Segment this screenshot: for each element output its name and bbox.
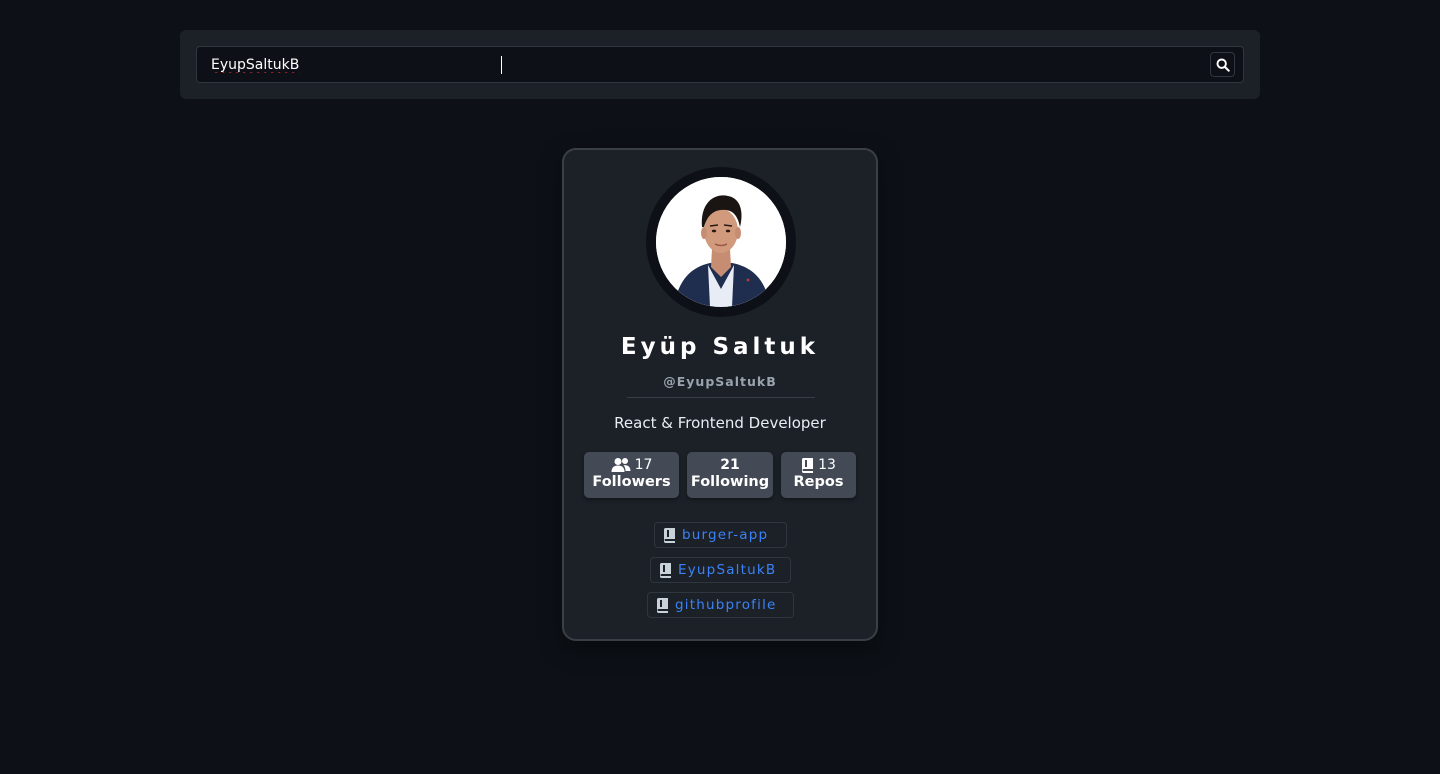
repo-name: burger-app (682, 527, 769, 543)
profile-name: Eyüp Saltuk (620, 334, 820, 360)
avatar (656, 177, 786, 307)
repos-count: 13 (818, 457, 836, 473)
following-label: Following (690, 474, 770, 490)
followers-count: 17 (634, 457, 653, 473)
book-icon (657, 597, 668, 613)
book-icon (660, 562, 671, 578)
profile-card: Eyüp Saltuk @EyupSaltukB React & Fronten… (562, 148, 878, 641)
repos-stat[interactable]: 13 Repos (781, 452, 856, 498)
followers-label: Followers (592, 474, 671, 490)
repo-name: githubprofile (675, 597, 777, 613)
search-input[interactable] (211, 47, 1201, 82)
book-icon (802, 457, 814, 473)
profile-bio: React & Frontend Developer (614, 414, 826, 432)
following-stat[interactable]: 21 Following (687, 452, 773, 498)
repo-link[interactable]: burger-app (654, 522, 787, 548)
search-icon (1216, 58, 1230, 72)
book-icon (664, 527, 675, 543)
following-count: 21 (720, 457, 740, 473)
avatar-portrait (656, 177, 786, 307)
search-button[interactable] (1210, 52, 1235, 77)
repos-label: Repos (793, 474, 844, 490)
repo-link[interactable]: EyupSaltukB (650, 557, 791, 583)
users-icon (611, 458, 631, 472)
search-panel (180, 30, 1260, 99)
followers-stat[interactable]: 17 Followers (584, 452, 679, 498)
text-caret (501, 56, 502, 74)
repo-link[interactable]: githubprofile (647, 592, 794, 618)
profile-login: @EyupSaltukB (663, 374, 777, 389)
repo-name: EyupSaltukB (678, 562, 777, 578)
divider (627, 397, 815, 398)
search-box (196, 46, 1244, 83)
avatar-ring (646, 167, 796, 317)
